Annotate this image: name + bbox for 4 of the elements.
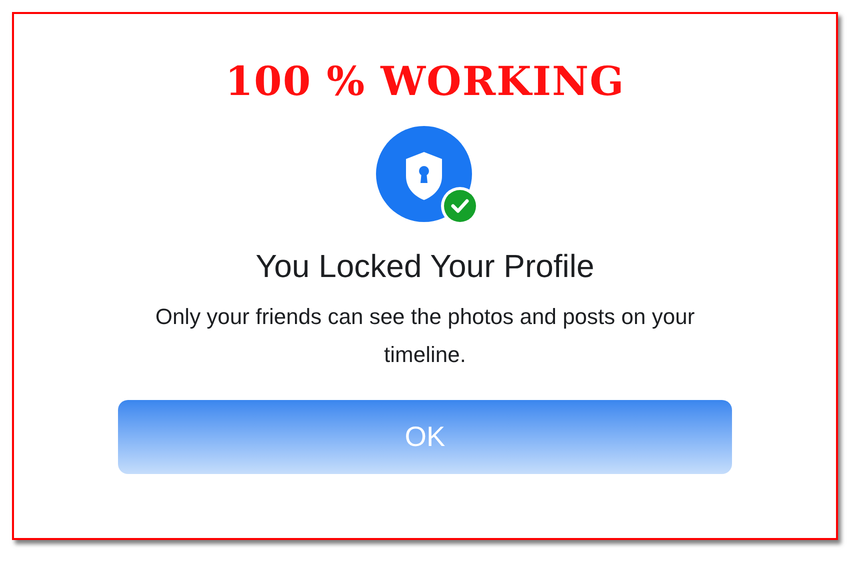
dialog-title: You Locked Your Profile (256, 247, 594, 286)
banner-text: 100 % WORKING (225, 58, 625, 106)
dialog-message: Only your friends can see the photos and posts on your timeline. (155, 303, 695, 369)
ok-button[interactable]: OK (118, 400, 732, 474)
